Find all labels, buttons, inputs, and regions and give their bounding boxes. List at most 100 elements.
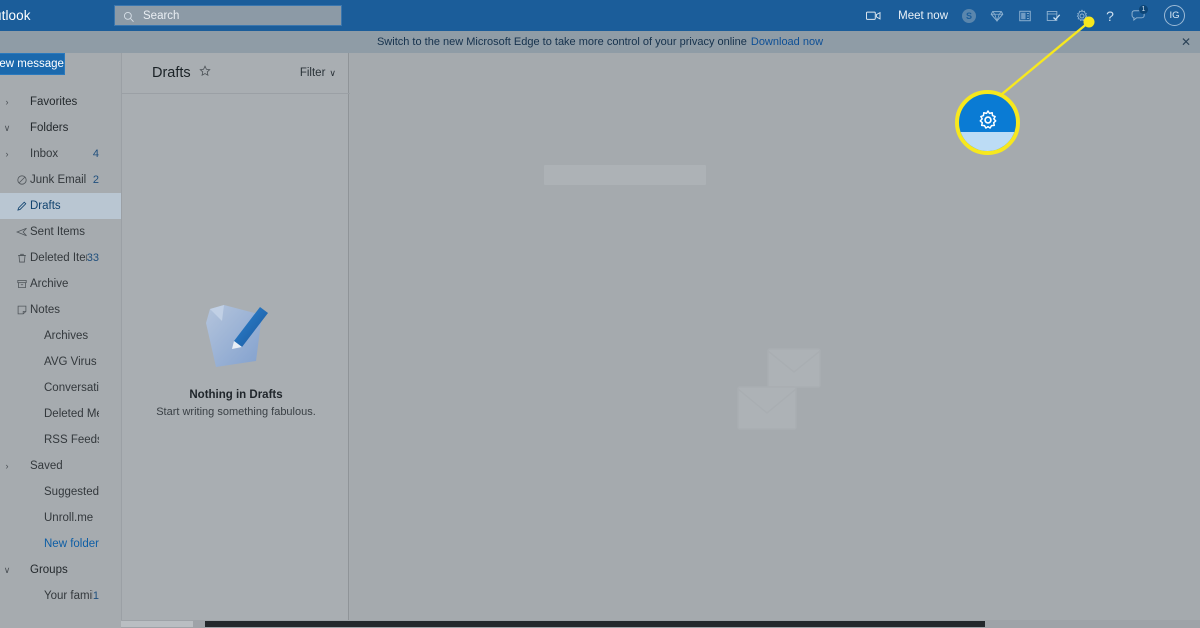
- sidebar-item-label: Groups: [30, 564, 68, 576]
- diamond-premium-icon[interactable]: [983, 0, 1011, 31]
- help-button[interactable]: ?: [1096, 0, 1124, 31]
- sidebar-item-label: Sent Items: [30, 226, 85, 238]
- sidebar-item-drafts[interactable]: Drafts: [0, 193, 121, 219]
- filter-label: Filter: [299, 67, 326, 79]
- sidebar-item-count: 2: [92, 174, 99, 186]
- chevron-right-icon[interactable]: ›: [0, 97, 14, 107]
- banner-message: Switch to the new Microsoft Edge to take…: [376, 36, 747, 48]
- filter-button[interactable]: Filter ∨: [300, 67, 336, 79]
- sidebar-item-archive[interactable]: Archive: [0, 271, 121, 297]
- sidebar-item-archives[interactable]: Archives: [0, 323, 121, 349]
- sidebar-item-folders[interactable]: ∨ Folders: [0, 115, 121, 141]
- pencil-icon: [14, 200, 30, 212]
- empty-drafts-state: Nothing in Drafts Start writing somethin…: [122, 293, 350, 418]
- sidebar-item-label: Archive: [30, 278, 69, 290]
- chevron-right-icon[interactable]: ›: [0, 149, 14, 159]
- favorite-star-icon[interactable]: [199, 64, 211, 82]
- empty-state-title: Nothing in Drafts: [189, 389, 283, 401]
- scrollbar-track-stub: [121, 621, 193, 627]
- sidebar-item-label: Deleted Messages: [44, 408, 99, 420]
- sidebar-item-groups[interactable]: ∨ Groups: [0, 557, 121, 583]
- sidebar-item-label: Folders: [30, 122, 69, 134]
- sidebar-item-favorites[interactable]: › Favorites: [0, 89, 121, 115]
- outlook-app-window: utlook Search Meet now S: [0, 0, 1200, 628]
- envelope-watermark-icon: [730, 343, 840, 438]
- account-avatar-button[interactable]: IG: [1154, 0, 1192, 31]
- sidebar-item-deleted-messages[interactable]: Deleted Messages: [0, 401, 121, 427]
- sidebar-item-new-folder[interactable]: New folder: [0, 531, 121, 557]
- left-sidebar: New message › Favorites ∨ Folders › Inbox 4 Jun…: [0, 53, 121, 628]
- sidebar-item-label: RSS Feeds: [44, 434, 99, 446]
- sidebar-item-notes[interactable]: Notes: [0, 297, 121, 323]
- sidebar-item-junk-email[interactable]: Junk Email 2: [0, 167, 121, 193]
- chevron-right-icon[interactable]: ›: [0, 461, 14, 471]
- send-icon: [14, 226, 30, 238]
- search-icon: [123, 10, 135, 22]
- banner-close-icon[interactable]: ✕: [1181, 31, 1191, 53]
- sidebar-item-label: AVG Virus Vault: [44, 356, 99, 368]
- sidebar-item-label: Unroll.me: [44, 512, 94, 524]
- sidebar-item-your-family[interactable]: Your family1: [0, 583, 121, 609]
- sidebar-item-label: Deleted Items: [30, 252, 87, 264]
- sidebar-item-unroll-me[interactable]: Unroll.me: [0, 505, 121, 531]
- sidebar-item-label: Junk Email: [30, 174, 87, 186]
- empty-state-subtitle: Start writing something fabulous.: [156, 406, 316, 418]
- sidebar-item-count: 4: [92, 148, 99, 160]
- sidebar-item-label: Archives: [44, 330, 89, 342]
- gear-icon: [977, 109, 999, 136]
- sidebar-item-label: Favorites: [30, 96, 78, 108]
- sidebar-item-deleted-items[interactable]: Deleted Items33: [0, 245, 121, 271]
- help-question-icon: ?: [1106, 7, 1114, 24]
- scrollbar-thumb[interactable]: [205, 621, 985, 627]
- note-icon: [14, 304, 30, 316]
- search-placeholder: Search: [143, 9, 180, 22]
- new-message-button[interactable]: New message: [0, 53, 65, 75]
- avatar: IG: [1164, 5, 1185, 26]
- reading-pane-placeholder-bar: [544, 165, 706, 185]
- sidebar-item-label: Suggested Contacts: [44, 486, 99, 498]
- apps-launcher-icon[interactable]: [1011, 0, 1039, 31]
- sidebar-item-label: New folder: [44, 538, 99, 550]
- tasks-check-icon[interactable]: [1039, 0, 1068, 31]
- message-list-header: Drafts Filter ∨: [122, 53, 348, 93]
- edge-promo-banner: Switch to the new Microsoft Edge to take…: [0, 31, 1200, 53]
- sidebar-item-count: 1: [92, 590, 99, 602]
- sidebar-item-conversation-history[interactable]: Conversation History: [0, 375, 121, 401]
- top-bar-actions: Meet now S ? 1 IG: [859, 0, 1200, 31]
- chevron-down-icon[interactable]: ∨: [0, 565, 14, 576]
- sidebar-item-count: 33: [86, 252, 99, 264]
- sidebar-item-suggested-contacts[interactable]: Suggested Contacts: [0, 479, 121, 505]
- sidebar-item-label: Conversation History: [44, 382, 99, 394]
- meet-now-camera-icon[interactable]: [859, 0, 889, 31]
- sidebar-item-inbox[interactable]: › Inbox 4: [0, 141, 121, 167]
- page-title: Drafts: [152, 65, 191, 81]
- meet-now-button[interactable]: Meet now: [889, 0, 955, 31]
- settings-gear-icon[interactable]: [1068, 0, 1096, 31]
- notification-badge: 1: [1139, 5, 1148, 14]
- sidebar-item-saved[interactable]: › Saved: [0, 453, 121, 479]
- sidebar-item-label: Inbox: [30, 148, 59, 160]
- horizontal-scrollbar[interactable]: [121, 620, 1200, 628]
- archive-icon: [14, 278, 30, 290]
- list-header-divider: [122, 93, 350, 94]
- sidebar-item-sent-items[interactable]: Sent Items: [0, 219, 121, 245]
- sidebar-item-label: Your family: [44, 590, 93, 602]
- reading-pane: [350, 53, 1200, 628]
- sidebar-item-label: Notes: [30, 304, 61, 316]
- chevron-down-icon: ∨: [329, 67, 336, 78]
- settings-gear-callout-highlight[interactable]: [955, 90, 1020, 155]
- sidebar-item-label: Drafts: [30, 200, 61, 212]
- trash-icon: [14, 252, 30, 264]
- feedback-icon[interactable]: 1: [1124, 0, 1154, 31]
- draft-paper-pencil-illustration: [194, 293, 278, 377]
- sidebar-item-rss-feeds[interactable]: RSS Feeds: [0, 427, 121, 453]
- top-app-bar: utlook Search Meet now S: [0, 0, 1200, 31]
- sidebar-item-avg-virus-vault[interactable]: AVG Virus Vault: [0, 349, 121, 375]
- search-input[interactable]: Search: [114, 5, 342, 26]
- chevron-down-icon[interactable]: ∨: [0, 123, 14, 134]
- sidebar-item-label: Saved: [30, 460, 63, 472]
- banner-download-link[interactable]: Download now: [751, 36, 823, 48]
- app-brand-outlook[interactable]: utlook: [0, 8, 112, 23]
- message-list-column: Drafts Filter ∨ Nothing in Drafts Start …: [121, 53, 350, 628]
- skype-icon[interactable]: S: [955, 0, 983, 31]
